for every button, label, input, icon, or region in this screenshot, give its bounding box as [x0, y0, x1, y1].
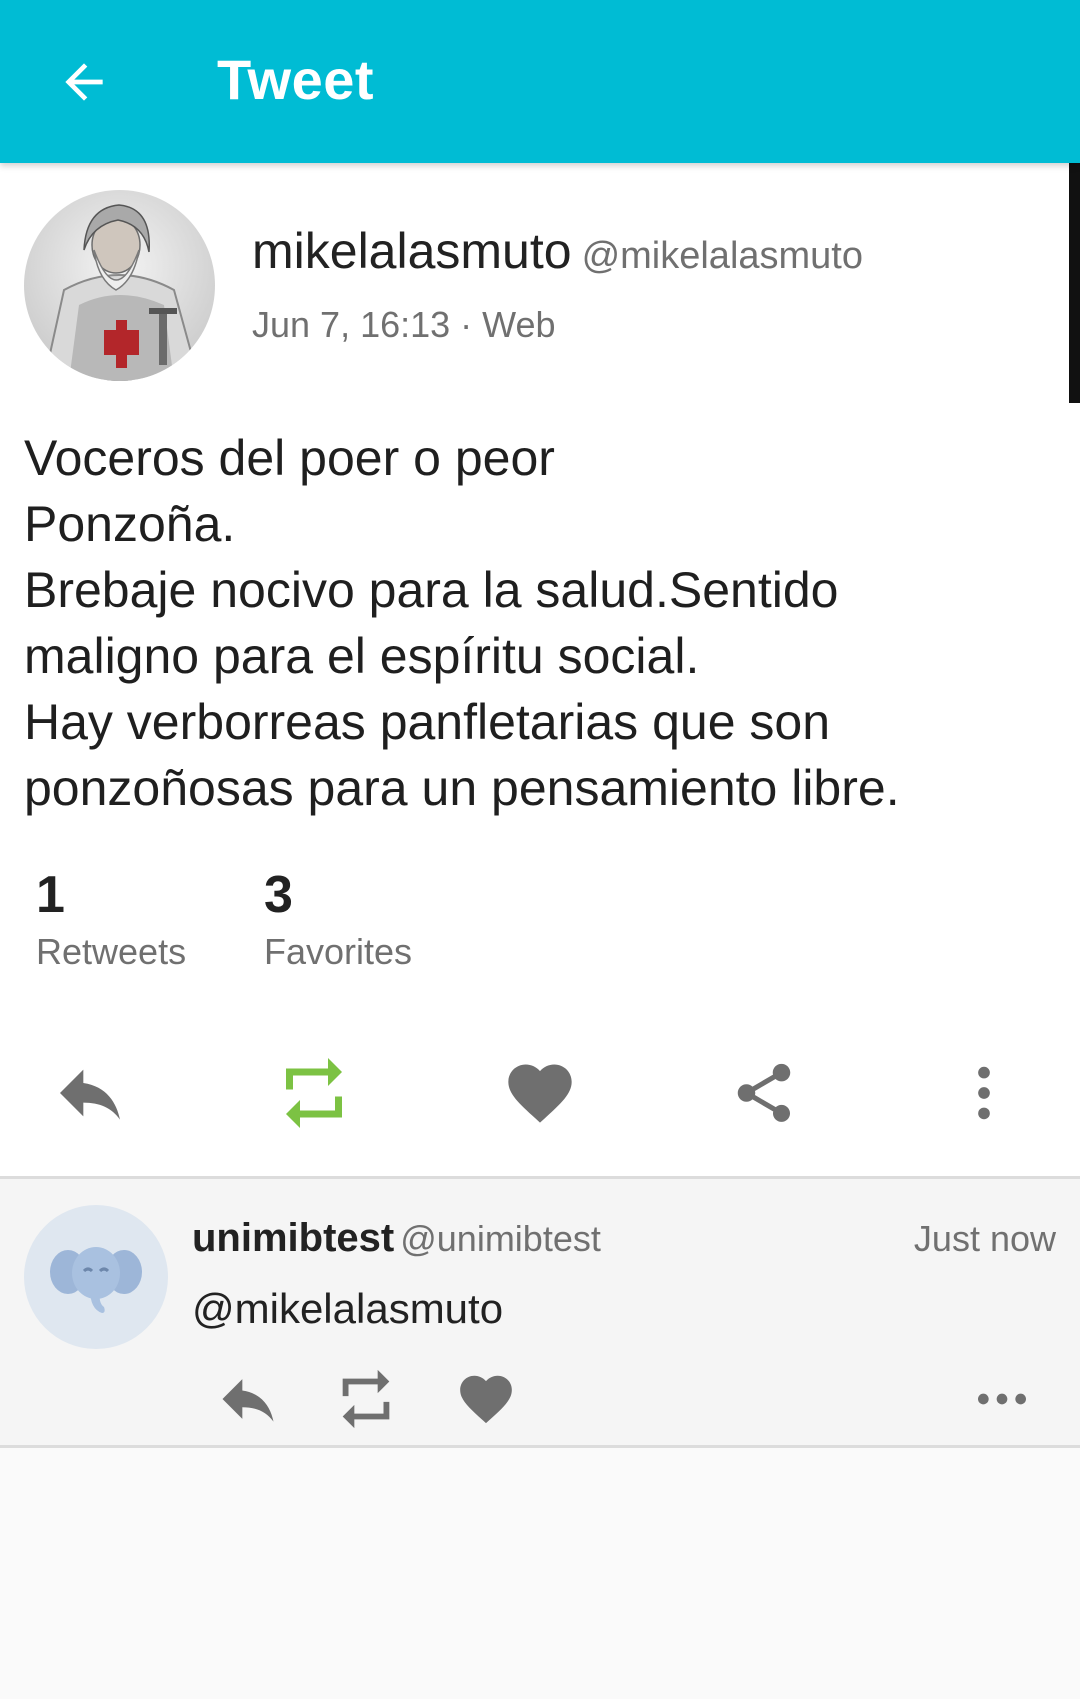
more-vertical-icon: [978, 1066, 990, 1120]
favorites-count: 3: [264, 866, 293, 924]
scrollbar[interactable]: [1069, 163, 1080, 403]
elephant-icon: [50, 1247, 142, 1313]
reply-icon: [60, 1069, 120, 1120]
reply-author-handle[interactable]: @unimibtest: [400, 1218, 601, 1259]
tweet-text-line: Hay verborreas panfletarias que son: [24, 694, 831, 750]
reply-retweet-button[interactable]: [326, 1359, 406, 1439]
share-icon: [737, 1063, 791, 1122]
tweet-timestamp-source: Jun 7, 16:13 · Web: [252, 304, 556, 345]
page-title: Tweet: [217, 48, 375, 111]
favorites-stat[interactable]: 3 Favorites: [264, 863, 412, 977]
author-display-name[interactable]: mikelalasmuto: [252, 223, 572, 279]
reply-list-item[interactable]: unimibtest @unimibtest Just now @mikelala…: [0, 1179, 1080, 1445]
more-options-button[interactable]: [934, 1043, 1034, 1143]
reply-favorite-button[interactable]: [446, 1359, 526, 1439]
author-name[interactable]: mikelalasmuto @mikelalasmuto: [252, 221, 863, 286]
tweet-detail-card: mikelalasmuto @mikelalasmuto Jun 7, 16:13…: [0, 163, 1080, 1178]
favorites-label: Favorites: [264, 931, 413, 972]
heart-icon: [508, 1064, 572, 1123]
tweet-text-line: Ponzoña.: [24, 496, 236, 552]
tweet-text-line: ponzoñosas para un pensamiento libre.: [24, 760, 900, 816]
share-button[interactable]: [714, 1043, 814, 1143]
tweet-text: Voceros del poer o peor Ponzoña. Brebaje…: [24, 425, 1054, 821]
reply-reply-button[interactable]: [208, 1359, 288, 1439]
reply-author-name[interactable]: unimibtest: [192, 1216, 394, 1260]
reply-author[interactable]: unimibtest @unimibtest: [192, 1213, 601, 1264]
heart-icon: [460, 1375, 512, 1424]
author-avatar-icon: [24, 190, 215, 381]
more-horizontal-icon: [978, 1393, 1026, 1405]
arrow-back-icon: [65, 63, 103, 101]
retweet-button[interactable]: [264, 1043, 364, 1143]
retweet-icon: [286, 1058, 342, 1128]
favorite-button[interactable]: [490, 1043, 590, 1143]
avatar[interactable]: [24, 1205, 168, 1349]
back-button[interactable]: [42, 40, 126, 124]
reply-text: @mikelalasmuto: [192, 1285, 504, 1332]
retweets-label: Retweets: [36, 931, 187, 972]
retweets-stat[interactable]: 1 Retweets: [36, 863, 186, 977]
retweet-icon: [342, 1369, 390, 1429]
tweet-text-line: Voceros del poer o peor: [24, 430, 555, 486]
app-bar: Tweet: [0, 0, 1080, 163]
reply-icon: [222, 1379, 274, 1422]
avatar[interactable]: [24, 190, 215, 381]
retweets-count: 1: [36, 866, 65, 924]
reply-more-button[interactable]: [962, 1359, 1042, 1439]
divider: [0, 1445, 1080, 1448]
tweet-text-line: Brebaje nocivo para la salud.Sentido: [24, 562, 839, 618]
author-handle[interactable]: @mikelalasmuto: [582, 235, 863, 277]
reply-timestamp: Just now: [913, 1218, 1056, 1259]
tweet-text-line: maligno para el espíritu social.: [24, 628, 700, 684]
reply-button[interactable]: [40, 1043, 140, 1143]
